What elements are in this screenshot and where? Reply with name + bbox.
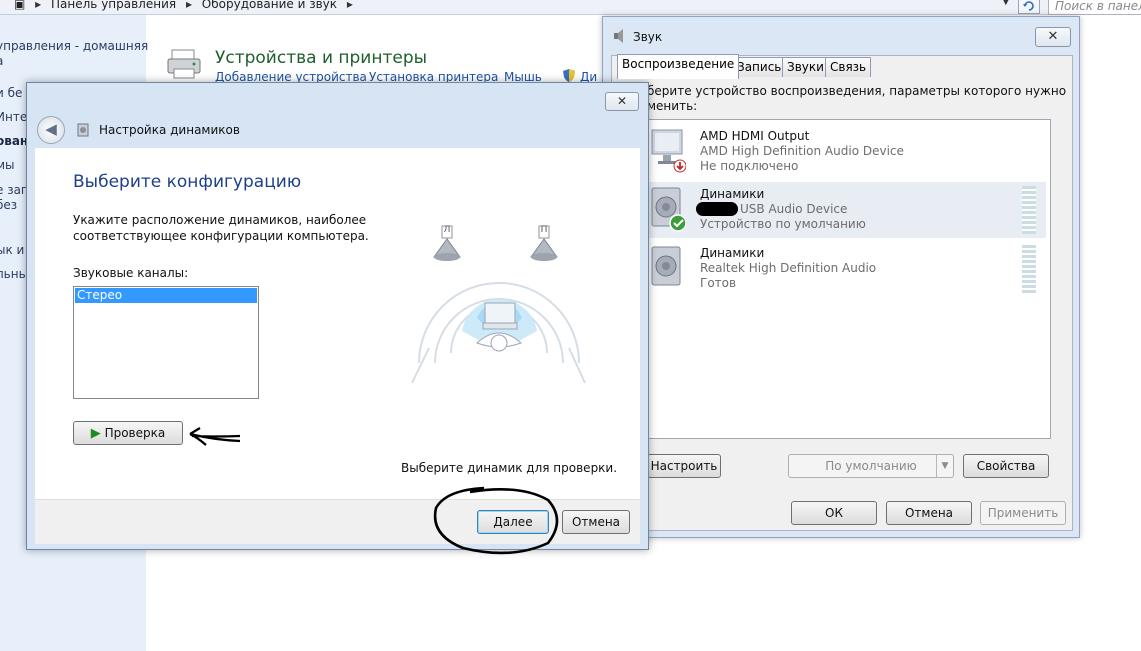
tab-playback[interactable]: Воспроизведение: [617, 54, 740, 79]
circle-annotation: [433, 486, 559, 555]
arrow-annotation: [189, 427, 241, 446]
annotation-overlay: [189, 427, 559, 555]
